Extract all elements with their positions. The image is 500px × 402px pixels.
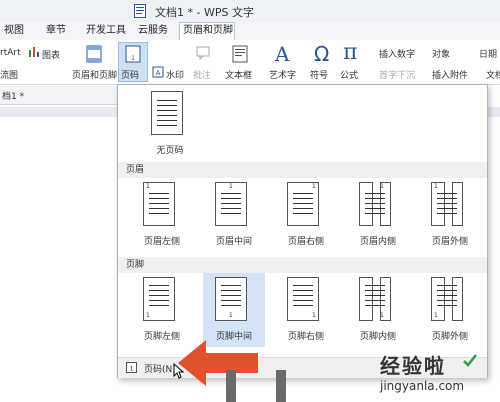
flowchart-button[interactable]: 流图 <box>0 68 18 81</box>
page-thumbnail: 1 <box>287 277 319 321</box>
date-button[interactable]: 日期 <box>479 47 497 60</box>
watermark-url: jingyanla.com <box>380 379 465 393</box>
option-label: 页眉外侧 <box>431 237 468 247</box>
annotation-arrow-icon <box>178 340 258 386</box>
symbol-button[interactable]: 符号 <box>310 68 328 81</box>
page-number-label: 页码 <box>121 71 140 81</box>
site-watermark: 经验啦 jingyanla.com <box>380 350 464 393</box>
svg-text:1: 1 <box>131 55 135 62</box>
document-button[interactable]: 文档 <box>486 68 500 81</box>
tab-chapter[interactable]: 章节 <box>46 23 66 39</box>
tab-cloud[interactable]: 云服务 <box>138 23 168 39</box>
page-thumbnail: 1 <box>287 182 319 226</box>
page-thumbnail: 1 <box>431 277 463 321</box>
page-number-dropdown: 无页码 页眉 1 页眉左侧 1 页眉中间 1 页眉右侧 1 页眉内侧 1 页眉外… <box>117 84 488 378</box>
insert-attachment-button[interactable]: 插入附件 <box>432 68 468 81</box>
page-thumbnail: 1 <box>143 277 175 321</box>
checkmark-icon <box>463 354 477 367</box>
comment-button[interactable]: 批注 <box>193 68 211 81</box>
option-no-page-number[interactable]: 无页码 <box>139 87 201 161</box>
document-tab[interactable]: 档1 * <box>2 89 24 102</box>
header-footer-button[interactable]: 页眉和页脚 <box>72 68 117 81</box>
omega-icon: Ω <box>314 42 330 66</box>
svg-text:A: A <box>156 69 161 77</box>
watermark-icon: A <box>152 66 164 78</box>
comment-icon <box>196 46 210 60</box>
ruler <box>0 107 120 117</box>
page-thumbnail <box>151 91 183 135</box>
option-header-inner[interactable]: 1 页眉内侧 <box>347 178 409 252</box>
insert-number-button[interactable]: 插入数字 <box>379 47 415 60</box>
page-settings-icon: 1 <box>126 362 137 373</box>
option-footer-left[interactable]: 1 页脚左侧 <box>131 273 193 347</box>
header-footer-icon <box>86 45 102 63</box>
page-thumbnail: 1 <box>431 182 463 226</box>
option-label: 页脚内侧 <box>359 332 396 342</box>
page-thumbnail: 1 <box>359 277 391 321</box>
decorative-bar <box>226 370 236 402</box>
window-title: 文档1 * - WPS 文字 <box>155 6 254 19</box>
object-button[interactable]: 对象 <box>432 47 450 60</box>
option-label: 页脚外侧 <box>431 332 468 342</box>
textbox-icon <box>232 45 248 63</box>
option-header-center[interactable]: 1 页眉中间 <box>203 178 265 252</box>
smartart-button[interactable]: rtArt <box>0 48 21 58</box>
option-header-right[interactable]: 1 页眉右侧 <box>275 178 337 252</box>
page-thumbnail: 1 <box>143 182 175 226</box>
textbox-button[interactable]: 文本框 <box>225 68 252 81</box>
page-thumbnail: 1 <box>215 277 247 321</box>
section-header: 页眉 <box>118 162 487 178</box>
page-thumbnail: 1 <box>359 182 391 226</box>
option-footer-right[interactable]: 1 页脚右侧 <box>275 273 337 347</box>
drop-cap-button[interactable]: 首字下沉 <box>379 68 415 81</box>
option-label: 页眉左侧 <box>143 237 180 247</box>
wordart-button[interactable]: 艺术字 <box>269 68 296 81</box>
document-icon <box>134 4 146 18</box>
watermark-button[interactable]: 水印 <box>166 68 184 81</box>
menu-bar <box>0 22 500 41</box>
option-label: 页眉中间 <box>215 237 252 247</box>
watermark-brand: 经验啦 <box>380 354 446 378</box>
option-header-outer[interactable]: 1 页眉外侧 <box>419 178 481 252</box>
option-label: 页眉右侧 <box>287 237 324 247</box>
tab-view[interactable]: 视图 <box>4 23 24 39</box>
option-label: 页脚右侧 <box>287 332 324 342</box>
decorative-bar <box>276 370 286 402</box>
tab-header-footer[interactable]: 页眉和页脚 <box>183 23 233 39</box>
page-number-icon: 1 <box>125 45 141 63</box>
page-thumbnail: 1 <box>215 182 247 226</box>
option-label: 页眉内侧 <box>359 237 396 247</box>
section-header: 页脚 <box>118 257 487 273</box>
option-footer-outer[interactable]: 1 页脚外侧 <box>419 273 481 347</box>
formula-button[interactable]: 公式 <box>340 68 358 81</box>
tab-developer[interactable]: 开发工具 <box>86 23 126 39</box>
option-footer-inner[interactable]: 1 页脚内侧 <box>347 273 409 347</box>
chart-button[interactable]: 图表 <box>42 48 60 61</box>
option-label: 无页码 <box>156 146 184 156</box>
svg-text:1: 1 <box>130 366 134 373</box>
pi-icon: π <box>343 40 358 65</box>
wordart-icon: A <box>275 42 290 66</box>
option-footer-center[interactable]: 1 页脚中间 <box>203 273 265 347</box>
option-header-left[interactable]: 1 页眉左侧 <box>131 178 193 252</box>
chart-icon <box>29 47 39 57</box>
